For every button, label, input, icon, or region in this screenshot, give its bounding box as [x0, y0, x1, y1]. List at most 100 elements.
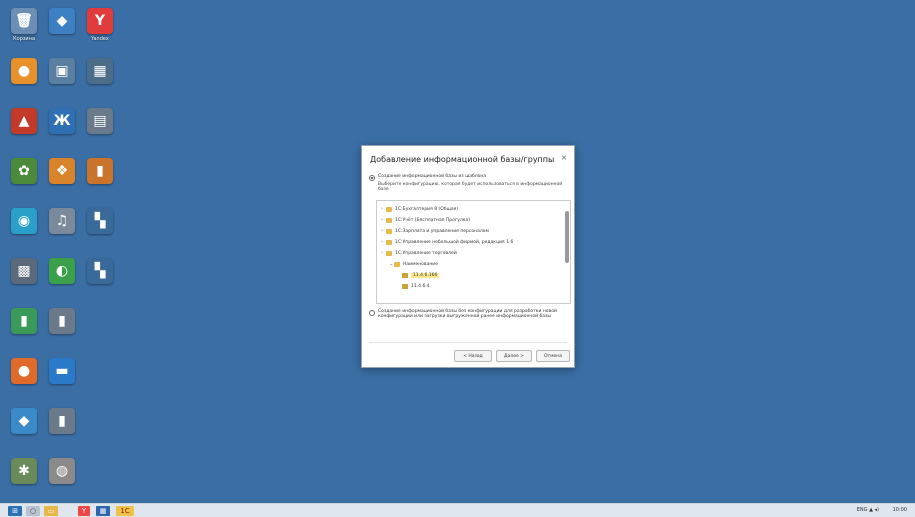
desktop-shortcut[interactable]: ◐ — [44, 258, 80, 308]
folder-icon — [394, 261, 400, 267]
create-from-template-option[interactable]: Создание информационной базы из шаблона — [369, 174, 486, 181]
desktop-shortcut[interactable]: ✿ — [6, 158, 42, 208]
app-icon: ✿ — [11, 158, 37, 184]
tree-node-label: 1С:Управление торговлей — [395, 250, 457, 256]
infobase-icon — [402, 272, 408, 278]
tree-node-label: 1С:Учёт (Бесплатная Прогулка) — [395, 217, 470, 223]
tree-folder[interactable]: › 1С:Зарплата и управление персоналом — [381, 227, 489, 235]
divider — [369, 342, 567, 343]
shortcut-label — [6, 336, 42, 348]
desktop-icon-row: ◉ ♫ ▚ — [6, 208, 120, 258]
radio-label: Создание информационной базы из шаблона — [378, 174, 487, 179]
shortcut-label — [44, 386, 80, 398]
app-icon: ▚ — [87, 208, 113, 234]
app-icon: ▮ — [49, 308, 75, 334]
radio-label: Создание информационной базы без конфигу… — [378, 309, 557, 319]
yandex-browser-icon[interactable]: Y — [78, 506, 90, 516]
shortcut-label — [82, 236, 118, 248]
desktop-shortcut[interactable]: Ж — [44, 108, 80, 158]
start-button[interactable]: ⊞ — [8, 506, 22, 516]
shortcut-label — [44, 186, 80, 198]
cancel-button[interactable]: Отмена — [536, 350, 570, 362]
tree-folder[interactable]: ⌄ Наименование — [389, 260, 438, 268]
shortcut-label — [44, 136, 80, 148]
desktop-shortcut[interactable]: ♫ — [44, 208, 80, 258]
desktop-shortcut[interactable]: ● — [6, 358, 42, 408]
search-icon[interactable]: ○ — [26, 506, 40, 516]
shortcut-label: Yandex — [91, 36, 109, 42]
radio-button-checked[interactable] — [369, 175, 375, 181]
app-icon: ▦ — [87, 58, 113, 84]
clock[interactable]: 10:00 — [893, 507, 907, 513]
tree-template[interactable]: 11.4.6.166 — [397, 271, 440, 279]
desktop-shortcut[interactable]: ◉ — [6, 208, 42, 258]
template-description: Выберите конфигурацию, которая будет исп… — [378, 182, 563, 192]
desktop-shortcut[interactable]: ▦ — [82, 58, 118, 108]
desktop-icon-row: ✿ ❖ ▮ — [6, 158, 120, 208]
desktop-shortcut[interactable]: ▮ — [6, 308, 42, 358]
app-icon: ◐ — [49, 258, 75, 284]
desktop-shortcut[interactable]: ▚ — [82, 208, 118, 258]
desktop-icons: 🗑 Корзина ◆ Y Yandex ● ▣ ▦ ▲ Ж ▤ ✿ ❖ ▮ ◉ ♫ ▚ ▩ ◐ ▚ ▮ ▮ ● ▬ ◆ ▮ ✱ ◍ — [6, 8, 120, 508]
taskbar-app-icon[interactable]: ▦ — [96, 506, 110, 516]
tree-folder[interactable]: › 1С:Управление небольшой фирмой, редакци… — [381, 238, 513, 246]
template-tree[interactable]: › 1С:Бухгалтерия 8 (Общая) › 1С:Учёт (Беспл… — [376, 200, 571, 304]
desktop-shortcut[interactable]: ▩ — [6, 258, 42, 308]
app-icon: ◆ — [49, 8, 75, 34]
desktop-shortcut[interactable]: ▬ — [44, 358, 80, 408]
desktop-shortcut[interactable]: ❖ — [44, 158, 80, 208]
desktop-shortcut[interactable]: ▤ — [82, 108, 118, 158]
desktop-shortcut[interactable]: ▮ — [44, 308, 80, 358]
desktop-shortcut[interactable]: ▮ — [44, 408, 80, 458]
shortcut-label — [44, 486, 80, 498]
system-tray[interactable]: ENG ▲ ◂) — [857, 507, 879, 513]
tree-node-label: 11.4.6.166 — [411, 272, 440, 278]
1c-enterprise-icon[interactable]: 1C — [116, 506, 134, 516]
tree-scrollbar[interactable] — [565, 211, 569, 263]
shortcut-label — [44, 36, 80, 48]
desktop-shortcut[interactable]: ▣ — [44, 58, 80, 108]
desktop-shortcut[interactable]: 🗑 Корзина — [6, 8, 42, 58]
close-icon[interactable]: × — [559, 153, 569, 163]
tree-template[interactable]: 11.4.6.4 — [397, 282, 430, 290]
folder-icon — [386, 250, 392, 256]
file-explorer-icon[interactable]: ▭ — [44, 506, 58, 516]
desktop-icon-row: ✱ ◍ — [6, 458, 120, 508]
desktop-shortcut[interactable]: ◍ — [44, 458, 80, 508]
desktop-shortcut[interactable]: ▚ — [82, 258, 118, 308]
desktop-shortcut[interactable]: ◆ — [44, 8, 80, 58]
create-empty-option[interactable]: Создание информационной базы без конфигу… — [369, 309, 570, 319]
app-icon: ● — [11, 58, 37, 84]
shortcut-label — [6, 236, 42, 248]
next-button[interactable]: Далее > — [496, 350, 532, 362]
tree-node-label: 1С:Управление небольшой фирмой, редакция… — [395, 239, 514, 245]
tree-folder[interactable]: › 1С:Бухгалтерия 8 (Общая) — [381, 205, 458, 213]
desktop-shortcut[interactable]: ▲ — [6, 108, 42, 158]
recycle-bin-icon: 🗑 — [11, 8, 37, 34]
shortcut-label — [44, 286, 80, 298]
desktop-shortcut[interactable]: Y Yandex — [82, 8, 118, 58]
desktop-shortcut[interactable]: ✱ — [6, 458, 42, 508]
shortcut-label — [6, 436, 42, 448]
back-button[interactable]: < Назад — [454, 350, 492, 362]
app-icon: ▚ — [87, 258, 113, 284]
folder-icon — [386, 228, 392, 234]
folder-icon — [386, 239, 392, 245]
tree-folder[interactable]: › 1С:Учёт (Бесплатная Прогулка) — [381, 216, 470, 224]
app-icon: Ж — [49, 108, 75, 134]
desktop: 🗑 Корзина ◆ Y Yandex ● ▣ ▦ ▲ Ж ▤ ✿ ❖ ▮ ◉ ♫ ▚ ▩ ◐ ▚ ▮ ▮ ● ▬ ◆ ▮ ✱ ◍ … — [0, 0, 915, 503]
desktop-icon-row: ▲ Ж ▤ — [6, 108, 120, 158]
app-icon: ◉ — [11, 208, 37, 234]
tree-folder[interactable]: › 1С:Управление торговлей — [381, 249, 457, 257]
desktop-shortcut[interactable]: ● — [6, 58, 42, 108]
desktop-icon-row: ▩ ◐ ▚ — [6, 258, 120, 308]
shortcut-label — [82, 86, 118, 98]
desktop-icon-row: ▮ ▮ — [6, 308, 120, 358]
app-icon: ♫ — [49, 208, 75, 234]
desktop-shortcut[interactable]: ▮ — [82, 158, 118, 208]
desktop-shortcut[interactable]: ◆ — [6, 408, 42, 458]
desktop-icon-row: ● ▣ ▦ — [6, 58, 120, 108]
tree-node-label: 1С:Зарплата и управление персоналом — [395, 228, 489, 234]
radio-button[interactable] — [369, 310, 375, 316]
shortcut-label — [6, 486, 42, 498]
